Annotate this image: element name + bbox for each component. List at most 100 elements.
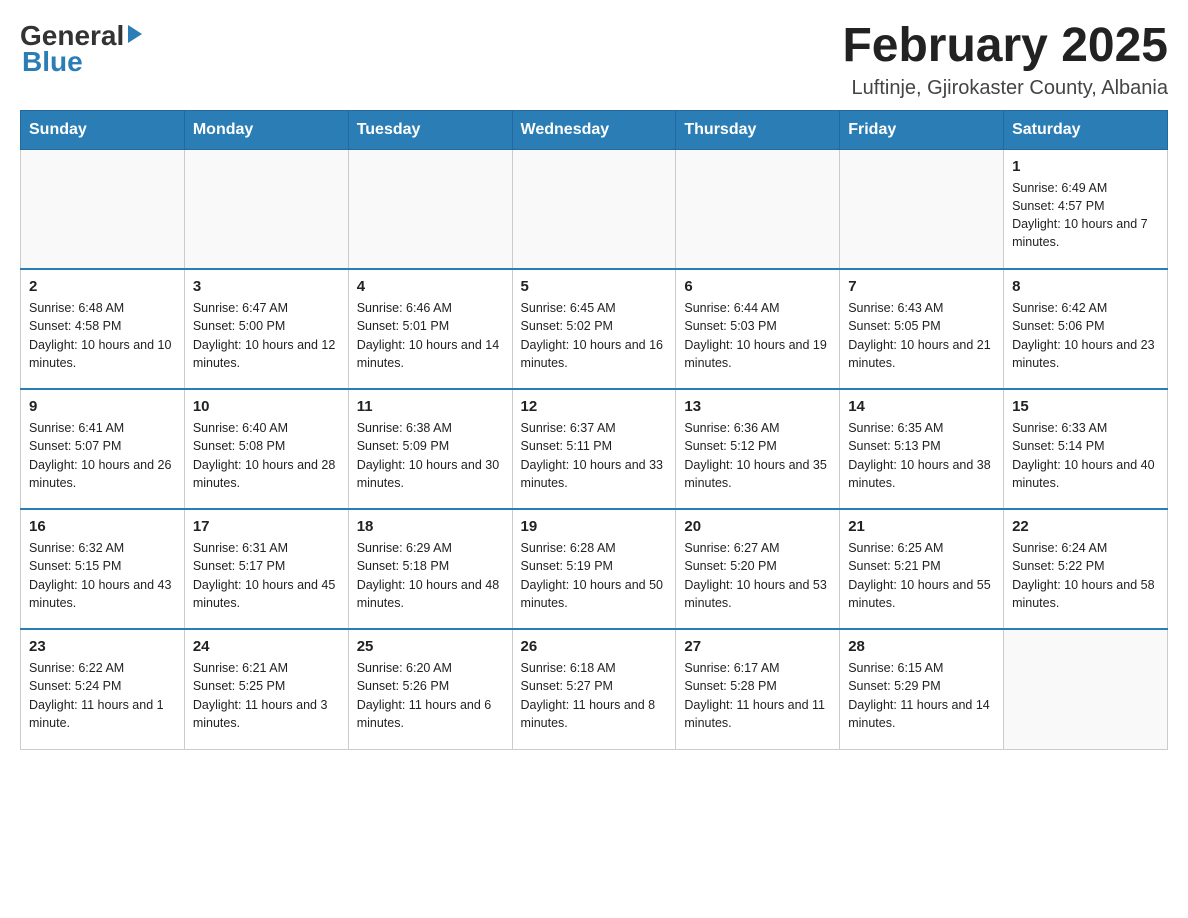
day-number: 14 xyxy=(848,398,995,415)
day-info: Sunrise: 6:37 AMSunset: 5:11 PMDaylight:… xyxy=(521,419,668,492)
calendar-cell xyxy=(1004,629,1168,749)
day-number: 27 xyxy=(684,638,831,655)
calendar-cell: 19 Sunrise: 6:28 AMSunset: 5:19 PMDayligh… xyxy=(512,509,676,629)
day-info: Sunrise: 6:36 AMSunset: 5:12 PMDaylight:… xyxy=(684,419,831,492)
calendar-cell: 21 Sunrise: 6:25 AMSunset: 5:21 PMDayligh… xyxy=(840,509,1004,629)
calendar-cell: 9Sunrise: 6:41 AMSunset: 5:07 PMDaylight… xyxy=(21,389,185,509)
calendar: SundayMondayTuesdayWednesdayThursdayFrid… xyxy=(20,110,1168,750)
day-number: 13 xyxy=(684,398,831,415)
day-header-thursday: Thursday xyxy=(676,110,840,149)
day-number: 4 xyxy=(357,278,504,295)
day-info: Sunrise: 6:28 AMSunset: 5:19 PMDaylight:… xyxy=(521,539,668,612)
page-title: February 2025 xyxy=(842,20,1168,73)
calendar-cell xyxy=(21,149,185,269)
day-info: Sunrise: 6:27 AMSunset: 5:20 PMDaylight:… xyxy=(684,539,831,612)
day-info: Sunrise: 6:46 AMSunset: 5:01 PMDaylight:… xyxy=(357,299,504,372)
calendar-week-3: 9Sunrise: 6:41 AMSunset: 5:07 PMDaylight… xyxy=(21,389,1168,509)
day-info: Sunrise: 6:48 AMSunset: 4:58 PMDaylight:… xyxy=(29,299,176,372)
day-number: 3 xyxy=(193,278,340,295)
title-area: February 2025 Luftinje, Gjirokaster Coun… xyxy=(842,20,1168,100)
day-info: Sunrise: 6:49 AMSunset: 4:57 PMDaylight:… xyxy=(1012,179,1159,252)
logo: General Blue xyxy=(20,20,142,78)
day-info: Sunrise: 6:44 AMSunset: 5:03 PMDaylight:… xyxy=(684,299,831,372)
calendar-header-row: SundayMondayTuesdayWednesdayThursdayFrid… xyxy=(21,110,1168,149)
calendar-cell: 14 Sunrise: 6:35 AMSunset: 5:13 PMDayligh… xyxy=(840,389,1004,509)
day-number: 7 xyxy=(848,278,995,295)
day-number: 1 xyxy=(1012,158,1159,175)
calendar-cell: 2 Sunrise: 6:48 AMSunset: 4:58 PMDaylight… xyxy=(21,269,185,389)
calendar-cell: 11 Sunrise: 6:38 AMSunset: 5:09 PMDayligh… xyxy=(348,389,512,509)
day-number: 22 xyxy=(1012,518,1159,535)
calendar-cell xyxy=(348,149,512,269)
day-info: Sunrise: 6:40 AMSunset: 5:08 PMDaylight:… xyxy=(193,419,340,492)
day-info: Sunrise: 6:43 AMSunset: 5:05 PMDaylight:… xyxy=(848,299,995,372)
calendar-cell: 7 Sunrise: 6:43 AMSunset: 5:05 PMDaylight… xyxy=(840,269,1004,389)
day-info: Sunrise: 6:21 AMSunset: 5:25 PMDaylight:… xyxy=(193,659,340,732)
day-info: Sunrise: 6:20 AMSunset: 5:26 PMDaylight:… xyxy=(357,659,504,732)
calendar-cell xyxy=(676,149,840,269)
day-number: 18 xyxy=(357,518,504,535)
calendar-cell: 18 Sunrise: 6:29 AMSunset: 5:18 PMDayligh… xyxy=(348,509,512,629)
day-info: Sunrise: 6:25 AMSunset: 5:21 PMDaylight:… xyxy=(848,539,995,612)
day-number: 10 xyxy=(193,398,340,415)
day-number: 19 xyxy=(521,518,668,535)
day-header-sunday: Sunday xyxy=(21,110,185,149)
calendar-cell: 28Sunrise: 6:15 AMSunset: 5:29 PMDayligh… xyxy=(840,629,1004,749)
day-number: 16 xyxy=(29,518,176,535)
calendar-cell: 22 Sunrise: 6:24 AMSunset: 5:22 PMDayligh… xyxy=(1004,509,1168,629)
calendar-cell: 26Sunrise: 6:18 AMSunset: 5:27 PMDayligh… xyxy=(512,629,676,749)
day-number: 6 xyxy=(684,278,831,295)
calendar-cell: 10 Sunrise: 6:40 AMSunset: 5:08 PMDayligh… xyxy=(184,389,348,509)
calendar-cell xyxy=(840,149,1004,269)
day-header-saturday: Saturday xyxy=(1004,110,1168,149)
day-number: 5 xyxy=(521,278,668,295)
calendar-cell: 23 Sunrise: 6:22 AMSunset: 5:24 PMDayligh… xyxy=(21,629,185,749)
day-info: Sunrise: 6:31 AMSunset: 5:17 PMDaylight:… xyxy=(193,539,340,612)
day-info: Sunrise: 6:24 AMSunset: 5:22 PMDaylight:… xyxy=(1012,539,1159,612)
day-number: 17 xyxy=(193,518,340,535)
day-info: Sunrise: 6:35 AMSunset: 5:13 PMDaylight:… xyxy=(848,419,995,492)
calendar-week-2: 2 Sunrise: 6:48 AMSunset: 4:58 PMDaylight… xyxy=(21,269,1168,389)
day-info: Sunrise: 6:22 AMSunset: 5:24 PMDaylight:… xyxy=(29,659,176,732)
logo-blue-text: Blue xyxy=(22,46,83,77)
day-info: Sunrise: 6:29 AMSunset: 5:18 PMDaylight:… xyxy=(357,539,504,612)
day-number: 21 xyxy=(848,518,995,535)
day-info: Sunrise: 6:45 AMSunset: 5:02 PMDaylight:… xyxy=(521,299,668,372)
day-number: 28 xyxy=(848,638,995,655)
calendar-cell: 1 Sunrise: 6:49 AMSunset: 4:57 PMDaylight… xyxy=(1004,149,1168,269)
calendar-week-4: 16 Sunrise: 6:32 AMSunset: 5:15 PMDayligh… xyxy=(21,509,1168,629)
calendar-cell: 3 Sunrise: 6:47 AMSunset: 5:00 PMDaylight… xyxy=(184,269,348,389)
day-info: Sunrise: 6:42 AMSunset: 5:06 PMDaylight:… xyxy=(1012,299,1159,372)
day-number: 12 xyxy=(521,398,668,415)
day-number: 15 xyxy=(1012,398,1159,415)
day-info: Sunrise: 6:47 AMSunset: 5:00 PMDaylight:… xyxy=(193,299,340,372)
day-number: 25 xyxy=(357,638,504,655)
calendar-cell: 5 Sunrise: 6:45 AMSunset: 5:02 PMDaylight… xyxy=(512,269,676,389)
calendar-cell xyxy=(512,149,676,269)
calendar-cell: 24 Sunrise: 6:21 AMSunset: 5:25 PMDayligh… xyxy=(184,629,348,749)
day-header-wednesday: Wednesday xyxy=(512,110,676,149)
day-number: 11 xyxy=(357,398,504,415)
calendar-cell: 8Sunrise: 6:42 AMSunset: 5:06 PMDaylight… xyxy=(1004,269,1168,389)
day-header-friday: Friday xyxy=(840,110,1004,149)
day-info: Sunrise: 6:33 AMSunset: 5:14 PMDaylight:… xyxy=(1012,419,1159,492)
day-info: Sunrise: 6:32 AMSunset: 5:15 PMDaylight:… xyxy=(29,539,176,612)
day-number: 9 xyxy=(29,398,176,415)
calendar-cell: 4 Sunrise: 6:46 AMSunset: 5:01 PMDaylight… xyxy=(348,269,512,389)
calendar-cell: 13 Sunrise: 6:36 AMSunset: 5:12 PMDayligh… xyxy=(676,389,840,509)
calendar-cell: 27Sunrise: 6:17 AMSunset: 5:28 PMDayligh… xyxy=(676,629,840,749)
day-number: 2 xyxy=(29,278,176,295)
subtitle: Luftinje, Gjirokaster County, Albania xyxy=(842,77,1168,100)
day-info: Sunrise: 6:18 AMSunset: 5:27 PMDaylight:… xyxy=(521,659,668,732)
logo-arrow-icon xyxy=(128,25,142,43)
day-number: 20 xyxy=(684,518,831,535)
calendar-cell: 20 Sunrise: 6:27 AMSunset: 5:20 PMDayligh… xyxy=(676,509,840,629)
day-number: 24 xyxy=(193,638,340,655)
calendar-cell: 17 Sunrise: 6:31 AMSunset: 5:17 PMDayligh… xyxy=(184,509,348,629)
calendar-cell: 15 Sunrise: 6:33 AMSunset: 5:14 PMDayligh… xyxy=(1004,389,1168,509)
calendar-cell xyxy=(184,149,348,269)
calendar-cell: 6 Sunrise: 6:44 AMSunset: 5:03 PMDaylight… xyxy=(676,269,840,389)
calendar-week-5: 23 Sunrise: 6:22 AMSunset: 5:24 PMDayligh… xyxy=(21,629,1168,749)
day-number: 23 xyxy=(29,638,176,655)
day-info: Sunrise: 6:38 AMSunset: 5:09 PMDaylight:… xyxy=(357,419,504,492)
